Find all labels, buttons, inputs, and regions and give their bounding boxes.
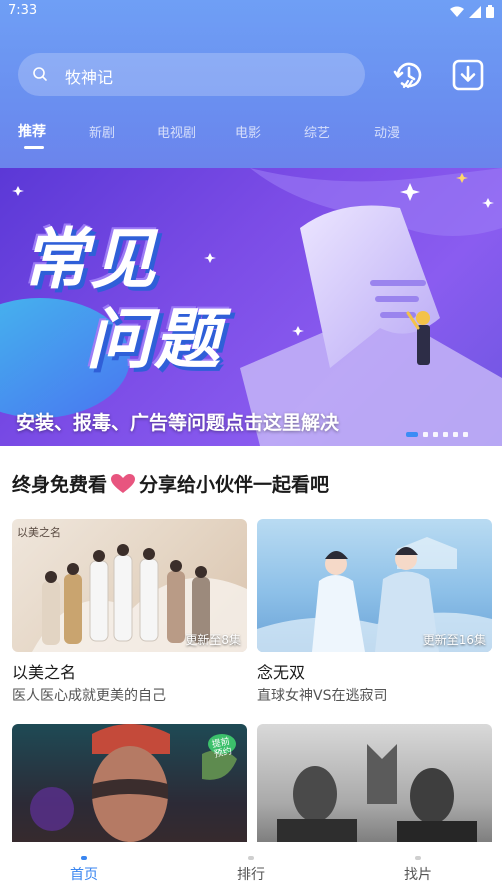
search-icon [33, 67, 47, 81]
ranking-icon [248, 856, 254, 860]
nav-home[interactable]: 首页 [24, 842, 144, 884]
tab-variety[interactable]: 综艺 [304, 122, 330, 141]
pagination-dot [423, 432, 428, 437]
bottom-navigation: 首页 排行 找片 [0, 842, 502, 892]
discover-icon [415, 856, 421, 860]
banner-pagination [406, 432, 468, 437]
tab-new-drama[interactable]: 新剧 [89, 122, 115, 141]
banner-caption: 安装、报毒、广告等问题点击这里解决 [16, 412, 340, 434]
active-tab-indicator [24, 146, 44, 149]
share-promo-left: 终身免费看 [12, 474, 108, 496]
pagination-dot [443, 432, 448, 437]
share-promo-right: 分享给小伙伴一起看吧 [139, 474, 330, 496]
pagination-dot [453, 432, 458, 437]
signal-icon [469, 5, 481, 18]
tab-movies[interactable]: 电影 [235, 122, 261, 141]
home-icon [81, 856, 87, 860]
poster-title: 以美之名 [17, 526, 61, 539]
history-icon[interactable] [392, 58, 426, 92]
video-poster[interactable]: 更新至16集 [257, 519, 492, 652]
banner-title-line2: 问题 [86, 301, 222, 378]
nav-ranking[interactable]: 排行 [191, 842, 311, 884]
status-bar: 7:33 [0, 0, 502, 24]
download-icon[interactable] [451, 58, 485, 92]
nav-ranking-label: 排行 [237, 867, 265, 883]
faq-banner[interactable]: 常见 问题 安装、报毒、广告等问题点击这里解决 [0, 168, 502, 446]
video-subtitle: 直球女神VS在逃寂司 [257, 688, 388, 704]
video-card[interactable]: 以美之名 更新至8集 以美之名 医人医心成就更美的自己 [12, 519, 247, 709]
share-promo[interactable]: 终身免费看 分享给小伙伴一起看吧 [12, 470, 329, 497]
video-card[interactable]: 更新至16集 念无双 直球女神VS在逃寂司 [257, 519, 492, 709]
episode-badge: 更新至16集 [422, 633, 486, 647]
video-subtitle: 医人医心成就更美的自己 [12, 688, 166, 704]
heart-icon [111, 473, 136, 493]
episode-badge: 更新至8集 [185, 633, 241, 647]
header: 7:33 牧神记 推荐 新剧 电视剧 电影 综艺 动漫 [0, 0, 502, 168]
poster-art [277, 744, 477, 842]
pagination-dot [433, 432, 438, 437]
category-tabs: 推荐 新剧 电视剧 电影 综艺 动漫 [0, 118, 502, 154]
video-card[interactable]: 提前预约 [12, 724, 247, 842]
tab-tv-series[interactable]: 电视剧 [157, 122, 196, 141]
video-card[interactable] [257, 724, 492, 842]
search-bar[interactable]: 牧神记 [18, 53, 365, 96]
pagination-dot [406, 432, 418, 437]
tab-anime[interactable]: 动漫 [374, 122, 400, 141]
battery-icon [486, 5, 494, 18]
status-icons [450, 5, 494, 18]
tab-recommend[interactable]: 推荐 [18, 121, 46, 141]
video-title[interactable]: 念无双 [257, 659, 305, 683]
search-input[interactable]: 牧神记 [65, 64, 113, 88]
wifi-icon [450, 6, 464, 17]
video-title[interactable]: 以美之名 [12, 659, 76, 683]
nav-home-label: 首页 [70, 867, 98, 883]
pagination-dot [463, 432, 468, 437]
nav-discover[interactable]: 找片 [358, 842, 478, 884]
nav-discover-label: 找片 [404, 867, 432, 883]
video-poster[interactable]: 提前预约 [12, 724, 247, 842]
video-poster[interactable]: 以美之名 更新至8集 [12, 519, 247, 652]
video-poster[interactable] [257, 724, 492, 842]
status-time: 7:33 [8, 3, 38, 18]
